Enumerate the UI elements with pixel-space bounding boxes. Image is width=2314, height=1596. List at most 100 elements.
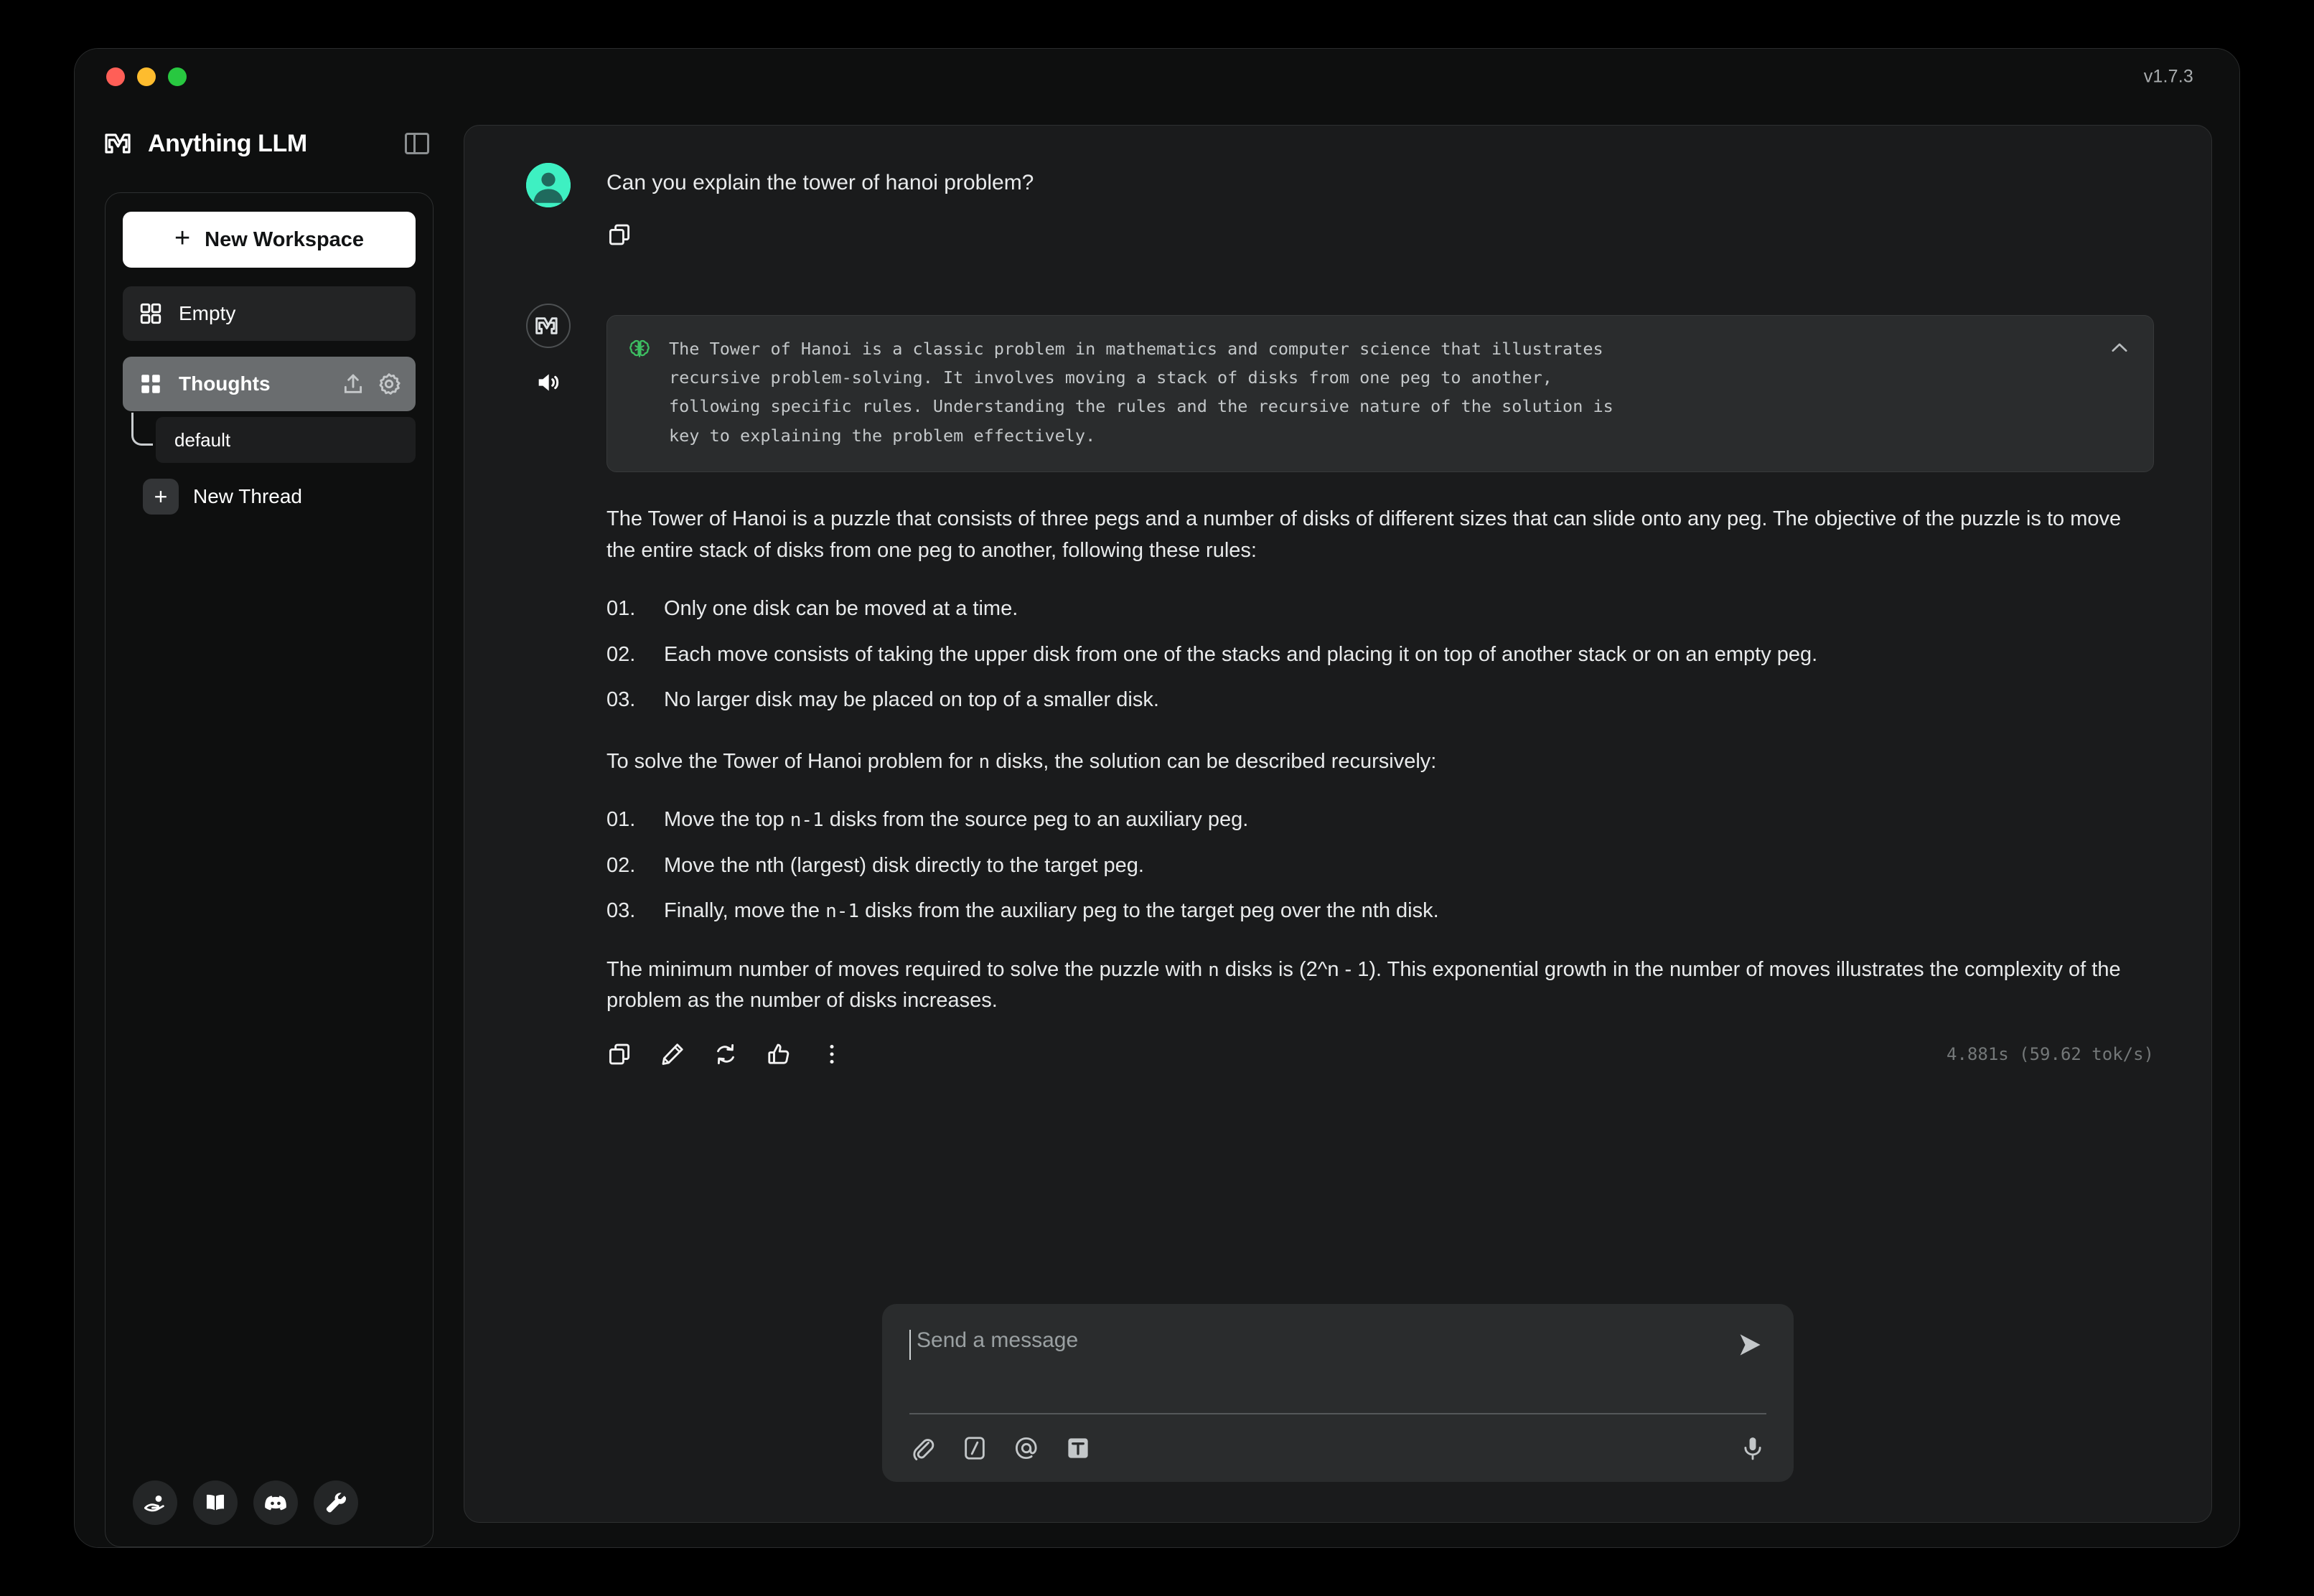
step-pre: Move the nth (largest) disk directly to … [664, 853, 1144, 877]
solve-paragraph: To solve the Tower of Hanoi problem for … [606, 746, 2154, 778]
copy-icon[interactable] [606, 222, 632, 248]
wrench-icon[interactable] [314, 1480, 358, 1525]
sidebar-toggle-icon[interactable] [405, 133, 429, 154]
brain-icon [629, 339, 650, 357]
message-list: Can you explain the tower of hanoi probl… [464, 126, 2211, 1304]
plus-icon: + [174, 223, 191, 253]
gear-icon[interactable] [377, 372, 401, 396]
slash-command-icon[interactable] [961, 1435, 988, 1462]
window-controls [106, 67, 187, 86]
grid-icon [140, 303, 161, 324]
composer: Send a message [882, 1304, 1794, 1482]
assistant-message-actions [606, 1041, 845, 1067]
list-marker: 01. [606, 808, 636, 832]
thread-connector [131, 413, 153, 446]
copy-icon[interactable] [606, 1041, 632, 1067]
new-thread-label: New Thread [193, 485, 303, 507]
chat-panel: Can you explain the tower of hanoi probl… [464, 125, 2212, 1523]
message-input-placeholder[interactable]: Send a message [917, 1328, 1719, 1353]
anythingllm-logo-icon [535, 316, 558, 334]
upload-icon[interactable] [341, 372, 365, 396]
app-window: v1.7.3 Anything LLM + New Workspace Empt… [74, 48, 2240, 1548]
list-item: 02. Move the nth (largest) disk directly… [606, 850, 2154, 882]
text-caret [909, 1330, 911, 1360]
plus-icon: + [143, 479, 179, 515]
new-workspace-label: New Workspace [205, 227, 365, 251]
sidebar-footer [123, 1480, 416, 1525]
brand-row: Anything LLM [105, 105, 434, 174]
assistant-message-body: The Tower of Hanoi is a classic problem … [606, 304, 2154, 1067]
attachment-icon[interactable] [909, 1435, 937, 1462]
solve-post: disks, the solution can be described rec… [990, 749, 1437, 773]
list-text: Only one disk can be moved at a time. [664, 597, 1018, 621]
anythingllm-logo-icon [105, 133, 131, 154]
final-paragraph: The minimum number of moves required to … [606, 954, 2154, 1017]
list-marker: 02. [606, 853, 636, 877]
minimize-button[interactable] [137, 67, 156, 86]
close-button[interactable] [106, 67, 125, 86]
rules-list: 01. Only one disk can be moved at a time… [606, 593, 2154, 716]
mention-icon[interactable] [1013, 1435, 1040, 1462]
thread-list: default [123, 413, 416, 463]
list-item: 01. Move the top n-1 disks from the sour… [606, 804, 2154, 836]
more-vertical-icon[interactable] [819, 1041, 845, 1067]
sidebar-item-label: Thoughts [179, 372, 271, 395]
thinking-block[interactable]: The Tower of Hanoi is a classic problem … [606, 314, 2154, 473]
thumbs-up-icon[interactable] [766, 1041, 792, 1067]
new-workspace-button[interactable]: + New Workspace [123, 212, 416, 268]
list-item: 03. Finally, move the n-1 disks from the… [606, 896, 2154, 927]
composer-toolbar [909, 1414, 1766, 1462]
sidebar-item-label: Empty [179, 302, 236, 324]
inline-code: n-1 [825, 901, 860, 923]
speaker-icon[interactable] [534, 368, 563, 397]
solve-pre: To solve the Tower of Hanoi problem for [606, 749, 979, 773]
grid-icon [141, 375, 160, 393]
list-item: 02. Each move consists of taking the upp… [606, 639, 2154, 671]
chevron-up-icon[interactable] [2107, 336, 2132, 360]
composer-area: Send a message [464, 1304, 2211, 1522]
step-pre: Finally, move the [664, 899, 826, 923]
microphone-icon[interactable] [1739, 1435, 1766, 1462]
list-text: Move the top n-1 disks from the source p… [664, 804, 2154, 836]
list-marker: 03. [606, 688, 636, 712]
list-text: Move the nth (largest) disk directly to … [664, 850, 2154, 882]
discord-icon[interactable] [253, 1480, 298, 1525]
send-icon[interactable] [1733, 1328, 1766, 1361]
edit-icon[interactable] [660, 1041, 685, 1067]
desktop-background: v1.7.3 Anything LLM + New Workspace Empt… [0, 0, 2314, 1596]
hand-coin-icon[interactable] [133, 1480, 177, 1525]
message-gutter [522, 163, 575, 248]
steps-list: 01. Move the top n-1 disks from the sour… [606, 804, 2154, 927]
intro-paragraph: The Tower of Hanoi is a puzzle that cons… [606, 507, 2122, 562]
list-item: 03. No larger disk may be placed on top … [606, 685, 2154, 716]
text-size-icon[interactable] [1064, 1435, 1092, 1462]
book-icon[interactable] [193, 1480, 238, 1525]
new-thread-button[interactable]: + New Thread [123, 479, 416, 515]
inline-code: n [1208, 959, 1219, 981]
assistant-message-footer: 4.881s (59.62 tok/s) [606, 1041, 2154, 1067]
version-label: v1.7.3 [2143, 66, 2193, 87]
step-post: disks from the source peg to an auxiliar… [823, 808, 1249, 832]
window-body: Anything LLM + New Workspace Empty Thoug… [75, 105, 2239, 1547]
sidebar-item-thoughts[interactable]: Thoughts [123, 357, 416, 411]
assistant-markdown: The Tower of Hanoi is a puzzle that cons… [606, 504, 2154, 1017]
regenerate-icon[interactable] [713, 1041, 739, 1067]
sidebar: Anything LLM + New Workspace Empty Thoug… [75, 105, 455, 1547]
avatar [526, 163, 571, 207]
list-item: 01. Only one disk can be moved at a time… [606, 593, 2154, 625]
title-bar: v1.7.3 [75, 49, 2239, 105]
workspace-actions [341, 372, 401, 396]
generation-timing: 4.881s (59.62 tok/s) [1947, 1043, 2154, 1064]
list-marker: 01. [606, 597, 636, 621]
inline-code: n [978, 751, 990, 773]
user-message-text: Can you explain the tower of hanoi probl… [606, 171, 1034, 194]
assistant-message: The Tower of Hanoi is a classic problem … [522, 303, 2154, 1067]
message-gutter [522, 303, 575, 1067]
sidebar-item-empty[interactable]: Empty [123, 286, 416, 341]
workspace-panel: + New Workspace Empty Thoughts default +… [105, 192, 434, 1547]
composer-input-row[interactable]: Send a message [909, 1328, 1766, 1407]
thread-item-default[interactable]: default [156, 417, 416, 463]
user-message-body: Can you explain the tower of hanoi probl… [606, 163, 2154, 248]
maximize-button[interactable] [168, 67, 187, 86]
